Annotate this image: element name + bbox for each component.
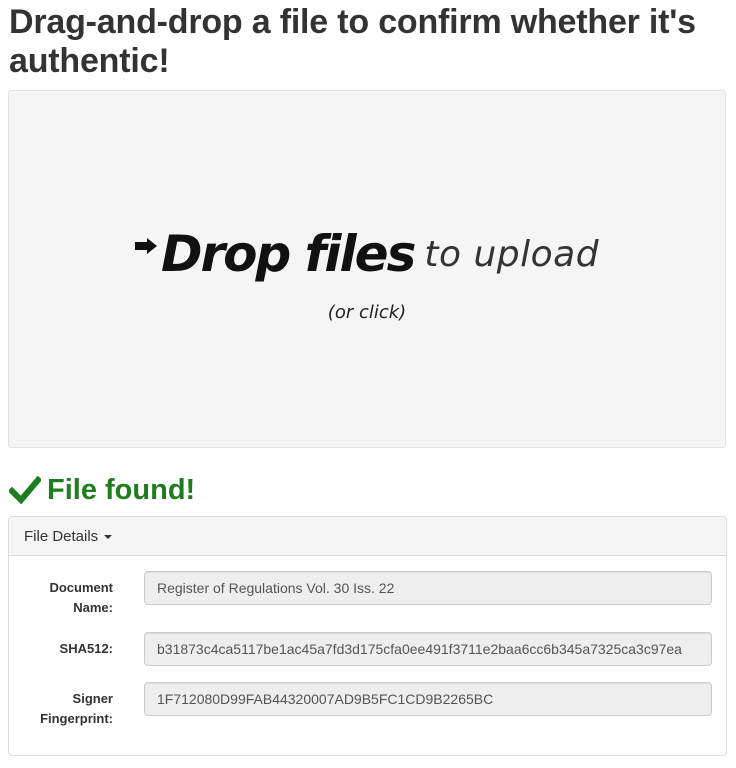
verification-status: File found! [9,472,195,508]
sha512-field[interactable] [144,632,712,666]
dropzone-message: Drop files to upload [9,225,725,283]
file-dropzone[interactable]: Drop files to upload (or click) [8,90,726,448]
caret-down-icon [104,535,113,539]
signer-fingerprint-field[interactable] [144,682,712,716]
panel-heading-label: File Details [24,527,99,545]
file-details-panel: File Details Document Name: SHA512: Sign… [8,516,727,756]
document-name-label: Document Name: [49,580,113,615]
file-details-toggle[interactable]: File Details [9,517,726,556]
checkmark-icon [9,476,41,504]
signer-fingerprint-label: Signer Fingerprint: [40,691,113,726]
document-name-field[interactable] [144,571,712,605]
dropzone-strong-text: Drop files [160,225,416,283]
dropzone-hint: (or click) [327,302,407,323]
dropzone-light-text: to upload [424,233,600,275]
sha512-label: SHA512: [59,641,113,656]
status-text: File found! [47,473,196,506]
arrow-right-icon [134,238,157,254]
page-title: Drag-and-drop a file to confirm whether … [9,3,696,80]
